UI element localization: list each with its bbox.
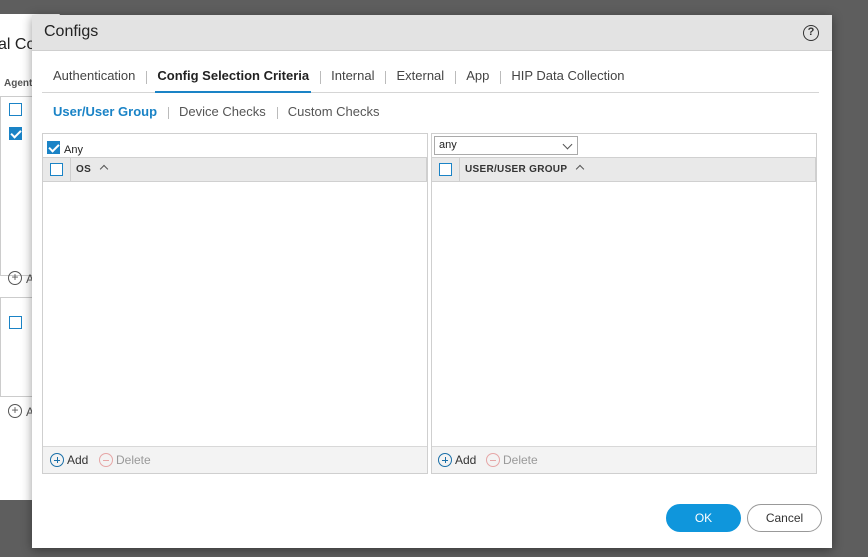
ok-button[interactable]: OK <box>666 504 741 532</box>
os-pane: Any OS Add Delete <box>42 133 428 474</box>
user-select-all-checkbox[interactable] <box>439 163 452 176</box>
os-delete-button[interactable]: Delete <box>99 453 151 467</box>
delete-icon <box>99 453 113 467</box>
tab-authentication[interactable]: Authentication <box>42 65 146 92</box>
user-delete-label: Delete <box>503 453 538 467</box>
any-row: Any <box>47 139 83 156</box>
tab-internal[interactable]: Internal <box>320 65 385 92</box>
background-column-header: Agent <box>4 78 33 89</box>
dialog-title: Configs <box>44 23 99 40</box>
main-tabs: Authentication Config Selection Criteria… <box>42 65 819 93</box>
background-add-icon-2: + <box>8 404 22 418</box>
tab-app[interactable]: App <box>455 65 500 92</box>
user-group-pane: any USER/USER GROUP Add Delete <box>431 133 817 474</box>
dialog-header: Configs ? <box>32 15 832 51</box>
background-row-checkbox <box>9 127 22 140</box>
os-select-all-checkbox[interactable] <box>50 163 63 176</box>
user-column-label: USER/USER GROUP <box>465 164 568 175</box>
sort-ascending-icon[interactable] <box>99 164 109 174</box>
header-end-divider <box>426 158 427 181</box>
subtab-custom-checks[interactable]: Custom Checks <box>276 104 391 122</box>
user-grid-footer: Add Delete <box>432 446 816 473</box>
user-grid-header: USER/USER GROUP <box>432 157 816 182</box>
background-header-checkbox-2 <box>9 316 22 329</box>
add-icon <box>438 453 452 467</box>
background-title: al Co <box>0 36 36 53</box>
user-column-header[interactable]: USER/USER GROUP <box>465 164 585 175</box>
tab-config-selection-criteria[interactable]: Config Selection Criteria <box>146 65 320 93</box>
tab-hip-data-collection[interactable]: HIP Data Collection <box>500 65 635 92</box>
os-grid-footer: Add Delete <box>43 446 427 473</box>
sort-ascending-icon[interactable] <box>576 164 585 174</box>
subtab-device-checks[interactable]: Device Checks <box>168 104 277 122</box>
os-add-button[interactable]: Add <box>50 453 88 467</box>
any-label: Any <box>64 143 83 156</box>
os-column-header[interactable]: OS <box>76 164 109 175</box>
os-grid-header: OS <box>43 157 427 182</box>
background-header-checkbox <box>9 103 22 116</box>
os-delete-label: Delete <box>116 453 151 467</box>
user-type-select-value: any <box>439 139 457 151</box>
chevron-down-icon <box>562 139 573 150</box>
user-type-select[interactable]: any <box>434 136 578 155</box>
user-add-label: Add <box>455 453 477 467</box>
tab-external[interactable]: External <box>385 65 455 92</box>
configs-dialog: Configs ? Authentication Config Selectio… <box>32 15 832 548</box>
help-icon[interactable]: ? <box>803 25 819 41</box>
user-add-button[interactable]: Add <box>438 453 476 467</box>
subtab-user-user-group[interactable]: User/User Group <box>42 104 168 122</box>
header-end-divider <box>815 158 816 181</box>
os-column-label: OS <box>76 164 92 175</box>
header-divider <box>459 158 460 181</box>
header-divider <box>70 158 71 181</box>
delete-icon <box>486 453 500 467</box>
any-checkbox[interactable] <box>47 140 60 154</box>
background-add-icon: + <box>8 271 22 285</box>
os-add-label: Add <box>67 453 89 467</box>
sub-tabs: User/User Group Device Checks Custom Che… <box>42 104 391 122</box>
cancel-button[interactable]: Cancel <box>747 504 822 532</box>
user-delete-button[interactable]: Delete <box>486 453 538 467</box>
add-icon <box>50 453 64 467</box>
